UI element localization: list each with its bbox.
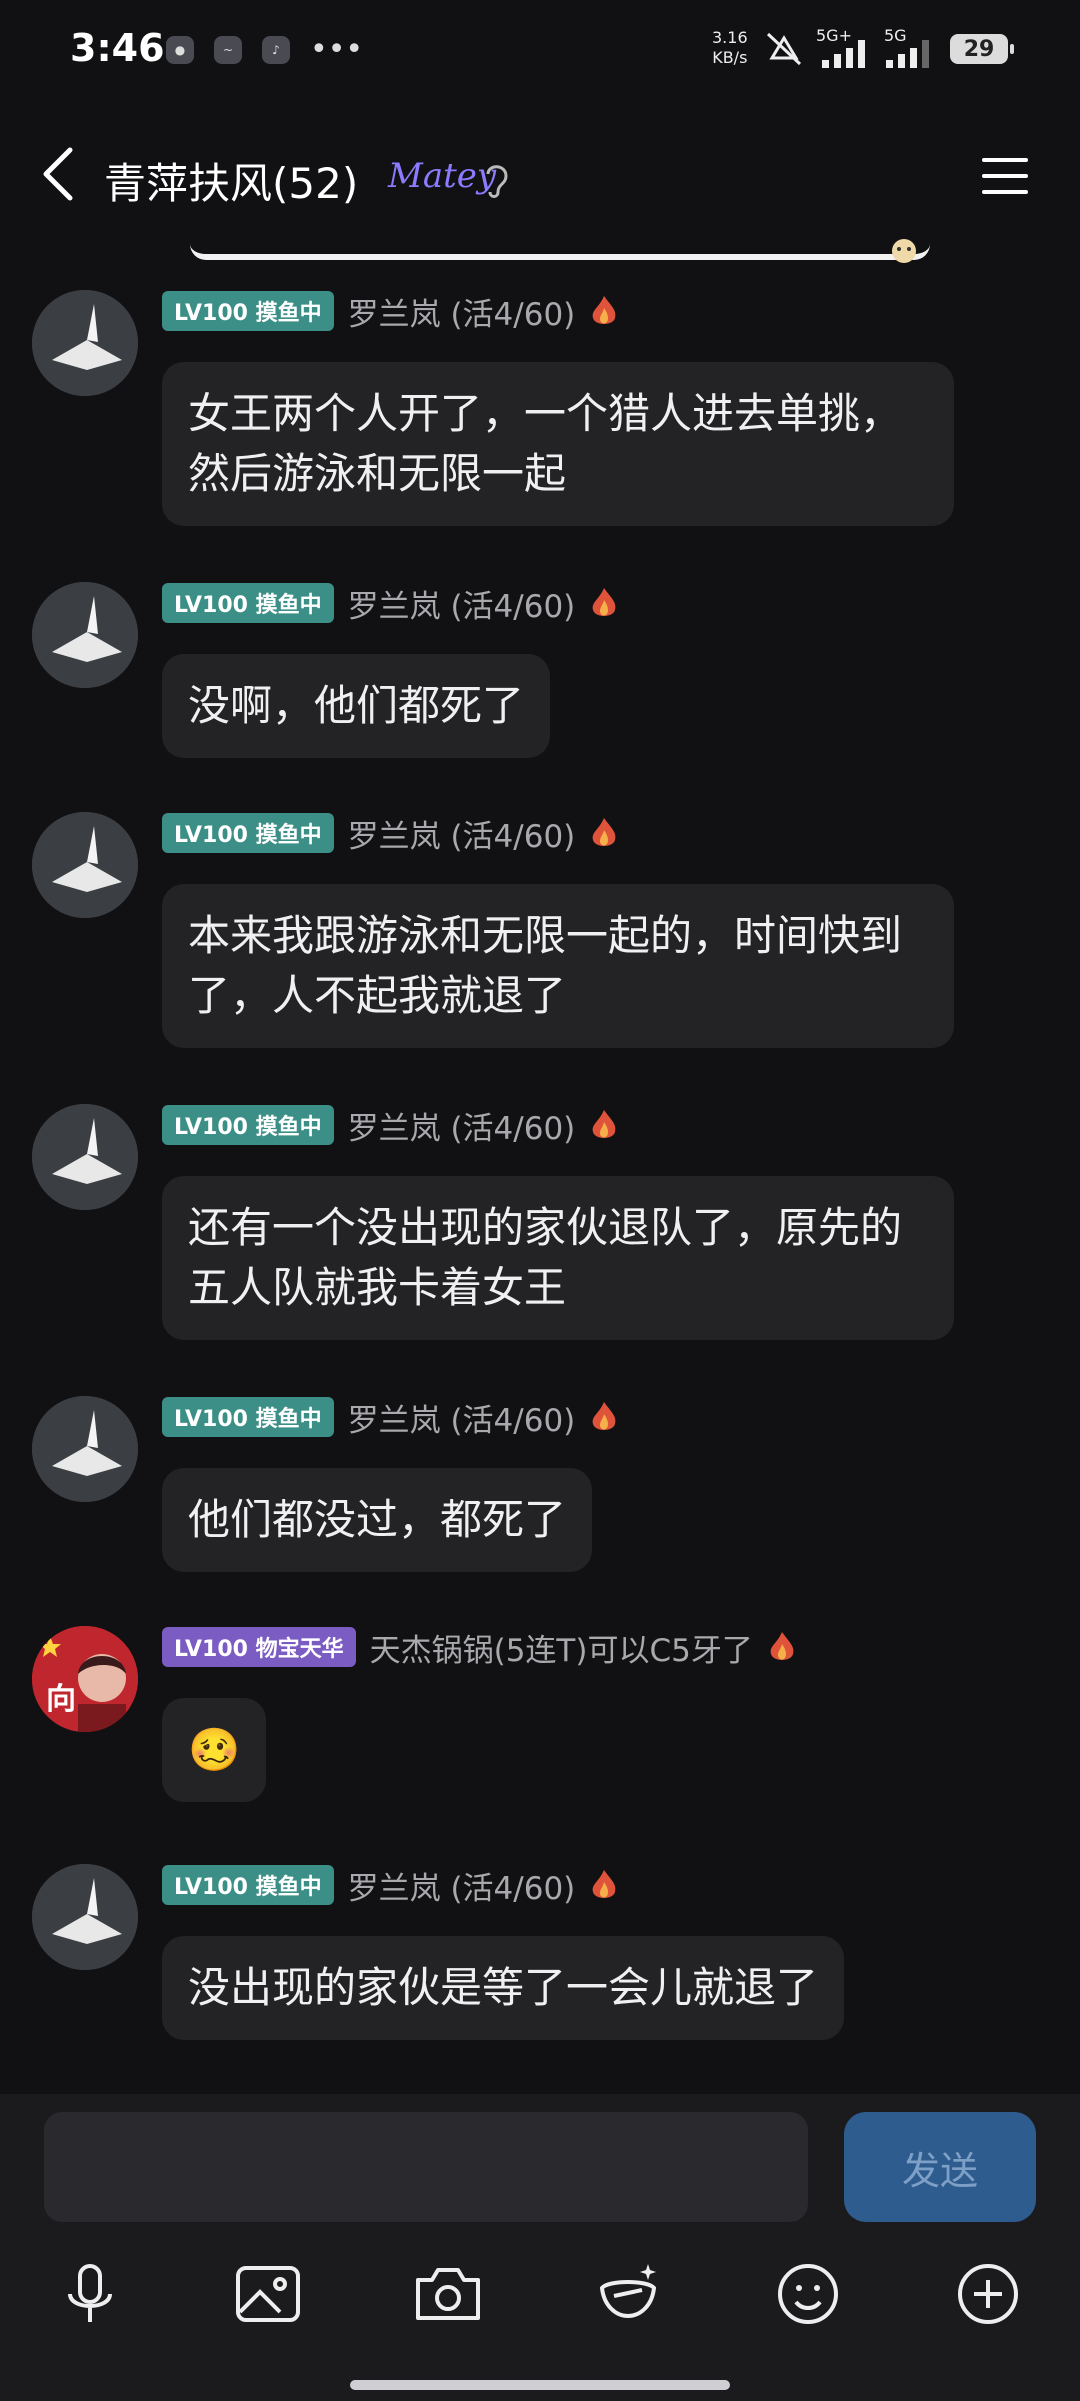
image-icon[interactable] (228, 2254, 308, 2334)
mute-icon (766, 32, 802, 66)
previous-message-edge (190, 238, 930, 260)
send-button[interactable]: 发送 (844, 2112, 1036, 2222)
paper-crane-icon (32, 582, 138, 688)
signal-icon (822, 40, 865, 68)
flame-icon (592, 588, 616, 616)
sticker-icon (892, 239, 916, 263)
paper-crane-icon (32, 290, 138, 396)
message-meta: LV100 物宝天华 天杰锅锅(5连T)可以C5牙了 (162, 1625, 797, 1670)
plus-icon[interactable] (948, 2254, 1028, 2334)
avatar[interactable] (32, 1396, 138, 1502)
message-bubble[interactable]: 没啊，他们都死了 (162, 654, 551, 758)
flame-icon (592, 296, 616, 324)
sender-name[interactable]: 罗兰岚 (活4/60) (348, 811, 576, 856)
app-notification-icon: ~ (214, 36, 242, 64)
avatar[interactable]: 向 (32, 1626, 138, 1732)
microphone-icon[interactable] (50, 2254, 130, 2334)
paper-crane-icon (32, 812, 138, 918)
network-speed: 3.16 KB/s (712, 28, 748, 67)
flame-icon (592, 1402, 616, 1430)
avatar[interactable] (32, 1864, 138, 1970)
message-meta: LV100 摸鱼中 罗兰岚 (活4/60) (162, 1395, 619, 1440)
sender-name[interactable]: 罗兰岚 (活4/60) (348, 1395, 576, 1440)
avatar[interactable] (32, 812, 138, 918)
level-badge: LV100 摸鱼中 (162, 1105, 334, 1145)
paper-crane-icon (32, 1864, 138, 1970)
message-bubble[interactable]: 没出现的家伙是等了一会儿就退了 (162, 1936, 845, 2040)
battery-indicator: 29 (950, 34, 1014, 64)
level-badge: LV100 摸鱼中 (162, 1865, 334, 1905)
sender-name[interactable]: 天杰锅锅(5连T)可以C5牙了 (370, 1625, 753, 1670)
message-meta: LV100 摸鱼中 罗兰岚 (活4/60) (162, 811, 619, 856)
sender-name[interactable]: 罗兰岚 (活4/60) (348, 289, 576, 334)
message-meta: LV100 摸鱼中 罗兰岚 (活4/60) (162, 581, 619, 626)
message-meta: LV100 摸鱼中 罗兰岚 (活4/60) (162, 1863, 619, 1908)
more-notifications-icon: ••• (310, 32, 364, 67)
composer: 发送 (0, 2094, 1080, 2401)
home-indicator[interactable] (350, 2380, 730, 2390)
magic-mask-icon[interactable] (588, 2254, 668, 2334)
back-icon[interactable] (36, 144, 86, 204)
level-badge: LV100 摸鱼中 (162, 583, 334, 623)
tiktok-icon: ♪ (262, 36, 290, 64)
avatar-text: 向 (46, 1682, 76, 1717)
message-input[interactable] (44, 2112, 808, 2222)
notification-icons: ● ~ ♪ ••• (166, 32, 364, 67)
message-bubble[interactable]: 还有一个没出现的家伙退队了，原先的五人队就我卡着女王 (162, 1176, 954, 1340)
message-bubble[interactable]: 女王两个人开了，一个猎人进去单挑，然后游泳和无限一起 (162, 362, 954, 526)
flame-icon (592, 1110, 616, 1138)
group-title: 青萍扶风(52) (104, 159, 359, 208)
message-bubble[interactable]: 他们都没过，都死了 (162, 1468, 593, 1572)
flame-icon (770, 1632, 794, 1660)
signal-icon-2 (886, 40, 929, 68)
paper-crane-icon (32, 1396, 138, 1502)
level-badge: LV100 物宝天华 (162, 1627, 356, 1667)
message-meta: LV100 摸鱼中 罗兰岚 (活4/60) (162, 1103, 619, 1148)
avatar[interactable] (32, 290, 138, 396)
paper-crane-icon (32, 1104, 138, 1210)
avatar[interactable] (32, 582, 138, 688)
avatar[interactable] (32, 1104, 138, 1210)
message-bubble[interactable]: 🥴 (162, 1698, 267, 1802)
emoji-icon[interactable] (768, 2254, 848, 2334)
sender-name[interactable]: 罗兰岚 (活4/60) (348, 1863, 576, 1908)
message-meta: LV100 摸鱼中 罗兰岚 (活4/60) (162, 289, 619, 334)
chat-header: 青萍扶风(52) Matey (0, 120, 1080, 240)
camera-icon[interactable] (408, 2254, 488, 2334)
level-badge: LV100 摸鱼中 (162, 813, 334, 853)
sender-name[interactable]: 罗兰岚 (活4/60) (348, 1103, 576, 1148)
app-notification-icon: ● (166, 36, 194, 64)
message-bubble[interactable]: 本来我跟游泳和无限一起的，时间快到了，人不起我就退了 (162, 884, 954, 1048)
matey-badge: Matey (388, 156, 497, 196)
toolbar (0, 2254, 1080, 2354)
menu-icon[interactable] (980, 154, 1030, 198)
flame-icon (592, 818, 616, 846)
level-badge: LV100 摸鱼中 (162, 291, 334, 331)
status-time: 3:46 (70, 26, 165, 70)
ear-icon[interactable] (482, 160, 512, 200)
sender-name[interactable]: 罗兰岚 (活4/60) (348, 581, 576, 626)
status-bar: 3:46 ● ~ ♪ ••• 3.16 KB/s 5G+ 5G 29 (0, 0, 1080, 100)
level-badge: LV100 摸鱼中 (162, 1397, 334, 1437)
flame-icon (592, 1870, 616, 1898)
